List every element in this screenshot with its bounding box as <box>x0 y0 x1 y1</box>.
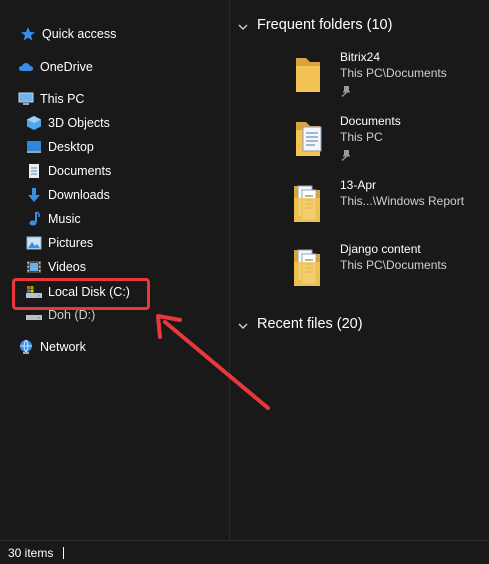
nav-onedrive[interactable]: OneDrive <box>18 55 93 79</box>
pin-icon <box>340 148 352 161</box>
nav-label: 3D Objects <box>48 116 110 130</box>
item-count: 30 items <box>8 545 54 560</box>
folder-name: 13-Apr <box>340 178 377 192</box>
nav-downloads[interactable]: Downloads <box>26 183 110 207</box>
videos-icon <box>26 259 42 275</box>
section-title: Recent files (20) <box>257 316 363 332</box>
nav-network[interactable]: Network <box>18 335 86 359</box>
folder-name: Django content <box>340 242 421 256</box>
folder-path: This...\Windows Report <box>340 194 465 208</box>
nav-desktop[interactable]: Desktop <box>26 135 94 159</box>
nav-label: Pictures <box>48 236 94 250</box>
nav-this-pc[interactable]: This PC <box>18 87 84 111</box>
nav-label: This PC <box>40 92 85 106</box>
content-pane: Frequent folders (10) Bitrix24 This PC\D… <box>230 0 489 540</box>
folder-tile[interactable]: Bitrix24 This PC\Documents <box>286 50 486 110</box>
nav-videos[interactable]: Videos <box>26 255 86 279</box>
star-icon <box>20 26 36 42</box>
folder-tile[interactable]: Documents This PC <box>286 114 486 174</box>
folder-tile[interactable]: 13-Apr This...\Windows Report <box>286 178 486 238</box>
status-separator <box>63 546 65 559</box>
nav-label: Doh (D:) <box>48 308 96 322</box>
nav-label: Network <box>40 340 86 354</box>
folder-tile[interactable]: Django content This PC\Documents <box>286 242 486 302</box>
nav-documents[interactable]: Documents <box>26 159 111 183</box>
nav-label: OneDrive <box>40 60 93 74</box>
nav-music[interactable]: Music <box>26 207 81 231</box>
chevron-down-icon <box>238 20 248 30</box>
documents-icon <box>26 163 42 179</box>
folder-icon <box>286 242 326 290</box>
pin-icon <box>340 84 352 97</box>
nav-3d-objects[interactable]: 3D Objects <box>26 111 110 135</box>
status-bar: 30 items <box>0 540 489 564</box>
desktop-icon <box>26 139 42 155</box>
recent-files-header[interactable]: Recent files (20) <box>230 312 363 336</box>
downloads-icon <box>26 187 42 203</box>
music-icon <box>26 211 42 227</box>
navigation-pane: Quick access OneDrive This PC 3D Objects… <box>0 0 230 540</box>
nav-pictures[interactable]: Pictures <box>26 231 93 255</box>
folder-name: Bitrix24 <box>340 50 381 64</box>
chevron-down-icon <box>238 319 248 329</box>
nav-quick-access[interactable]: Quick access <box>20 22 116 46</box>
folder-path: This PC\Documents <box>340 258 447 272</box>
section-title: Frequent folders (10) <box>257 17 393 33</box>
folder-path: This PC <box>340 130 383 144</box>
nav-label: Downloads <box>48 188 110 202</box>
documents-folder-icon <box>286 114 326 162</box>
frequent-folders-header[interactable]: Frequent folders (10) <box>230 13 392 37</box>
folder-icon <box>286 178 326 226</box>
nav-label: Documents <box>48 164 112 178</box>
folder-path: This PC\Documents <box>340 66 447 80</box>
nav-label: Quick access <box>42 27 117 41</box>
pictures-icon <box>26 235 42 251</box>
folder-icon <box>286 50 326 98</box>
3d-objects-icon <box>26 115 42 131</box>
nav-label: Videos <box>48 260 86 274</box>
folder-name: Documents <box>340 114 401 128</box>
nav-label: Desktop <box>48 140 94 154</box>
cloud-icon <box>18 59 34 75</box>
network-icon <box>18 339 34 355</box>
nav-label: Music <box>48 212 81 226</box>
highlight-box <box>12 278 150 310</box>
computer-icon <box>18 91 34 107</box>
